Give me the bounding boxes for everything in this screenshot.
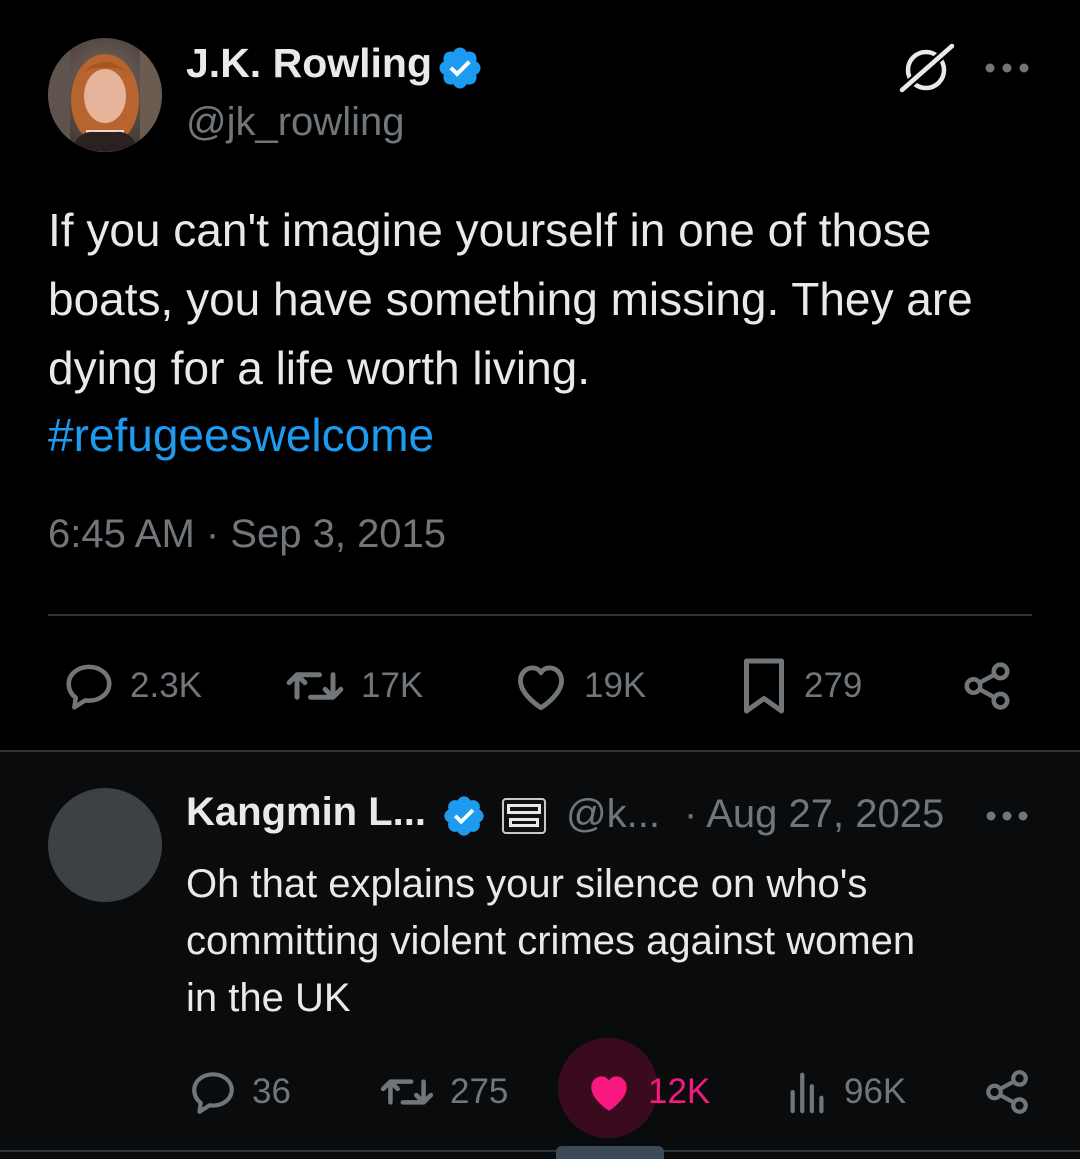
like-icon [518, 665, 564, 711]
author-avatar[interactable] [48, 38, 162, 152]
more-options-icon[interactable] [984, 58, 1030, 78]
reply-icon [192, 1072, 234, 1114]
like-count: 19K [584, 666, 647, 705]
bottom-divider [0, 1150, 1080, 1152]
reply-author-name[interactable]: Kangmin L... [186, 790, 426, 835]
share-icon [986, 1070, 1028, 1114]
reply-repost-count: 275 [450, 1072, 509, 1111]
author-display-name[interactable]: J.K. Rowling [186, 40, 432, 87]
hashtag-link[interactable]: #refugeeswelcome [48, 401, 434, 470]
views-icon [790, 1072, 824, 1114]
reply-share-button[interactable] [982, 1064, 1032, 1120]
more-options-icon[interactable] [986, 806, 1028, 826]
home-indicator[interactable] [556, 1146, 664, 1159]
reply-author-handle[interactable]: @k... [566, 792, 660, 837]
share-button[interactable] [960, 656, 1014, 716]
share-icon [964, 662, 1010, 710]
repost-icon [286, 672, 344, 700]
reply-text: Oh that explains your silence on who's c… [186, 856, 1046, 1027]
repost-count: 17K [361, 666, 424, 705]
tweet-text-line: If you can't imagine yourself in one of … [48, 204, 932, 256]
reply-button[interactable]: 2.3K [62, 656, 202, 716]
repost-button[interactable]: 17K [283, 656, 423, 716]
tweet-text: If you can't imagine yourself in one of … [48, 196, 1048, 403]
avatar-photo [48, 38, 162, 152]
tweet-text-line: dying for a life worth living. [48, 342, 591, 394]
reply-text-line: committing violent crimes against women [186, 919, 916, 963]
heart-filled-icon [591, 1076, 627, 1111]
verified-badge-icon[interactable] [441, 793, 487, 839]
reply-repost-button[interactable]: 275 [378, 1064, 508, 1120]
like-button[interactable]: 19K [512, 656, 646, 716]
reply-text-line: Oh that explains your silence on who's [186, 862, 868, 906]
repost-icon [380, 1079, 434, 1105]
reply-author-avatar[interactable] [48, 788, 162, 902]
reply-like-count: 12K [648, 1072, 711, 1111]
reply-icon [66, 664, 112, 710]
reply-date[interactable]: · Aug 27, 2025 [684, 792, 944, 837]
reply-count: 2.3K [130, 666, 202, 705]
verified-badge-icon[interactable] [436, 44, 484, 92]
divider [48, 614, 1032, 616]
tweet-text-line: boats, you have something missing. They … [48, 273, 973, 325]
reply-reply-button[interactable]: 36 [188, 1064, 291, 1120]
reply-reply-count: 36 [252, 1072, 291, 1111]
reply-views-count: 96K [844, 1072, 907, 1111]
bookmark-icon [744, 658, 784, 714]
bookmark-count: 279 [804, 666, 863, 705]
affiliate-badge-icon[interactable] [502, 798, 546, 834]
reply-like-button[interactable]: 12K [584, 1064, 710, 1120]
reply-views-button[interactable]: 96K [786, 1064, 906, 1120]
tweet-timestamp[interactable]: 6:45 AM · Sep 3, 2015 [48, 512, 446, 557]
reply-text-line: in the UK [186, 976, 351, 1020]
author-handle[interactable]: @jk_rowling [186, 100, 404, 145]
bookmark-button[interactable]: 279 [738, 656, 862, 716]
grok-icon[interactable] [896, 40, 958, 96]
